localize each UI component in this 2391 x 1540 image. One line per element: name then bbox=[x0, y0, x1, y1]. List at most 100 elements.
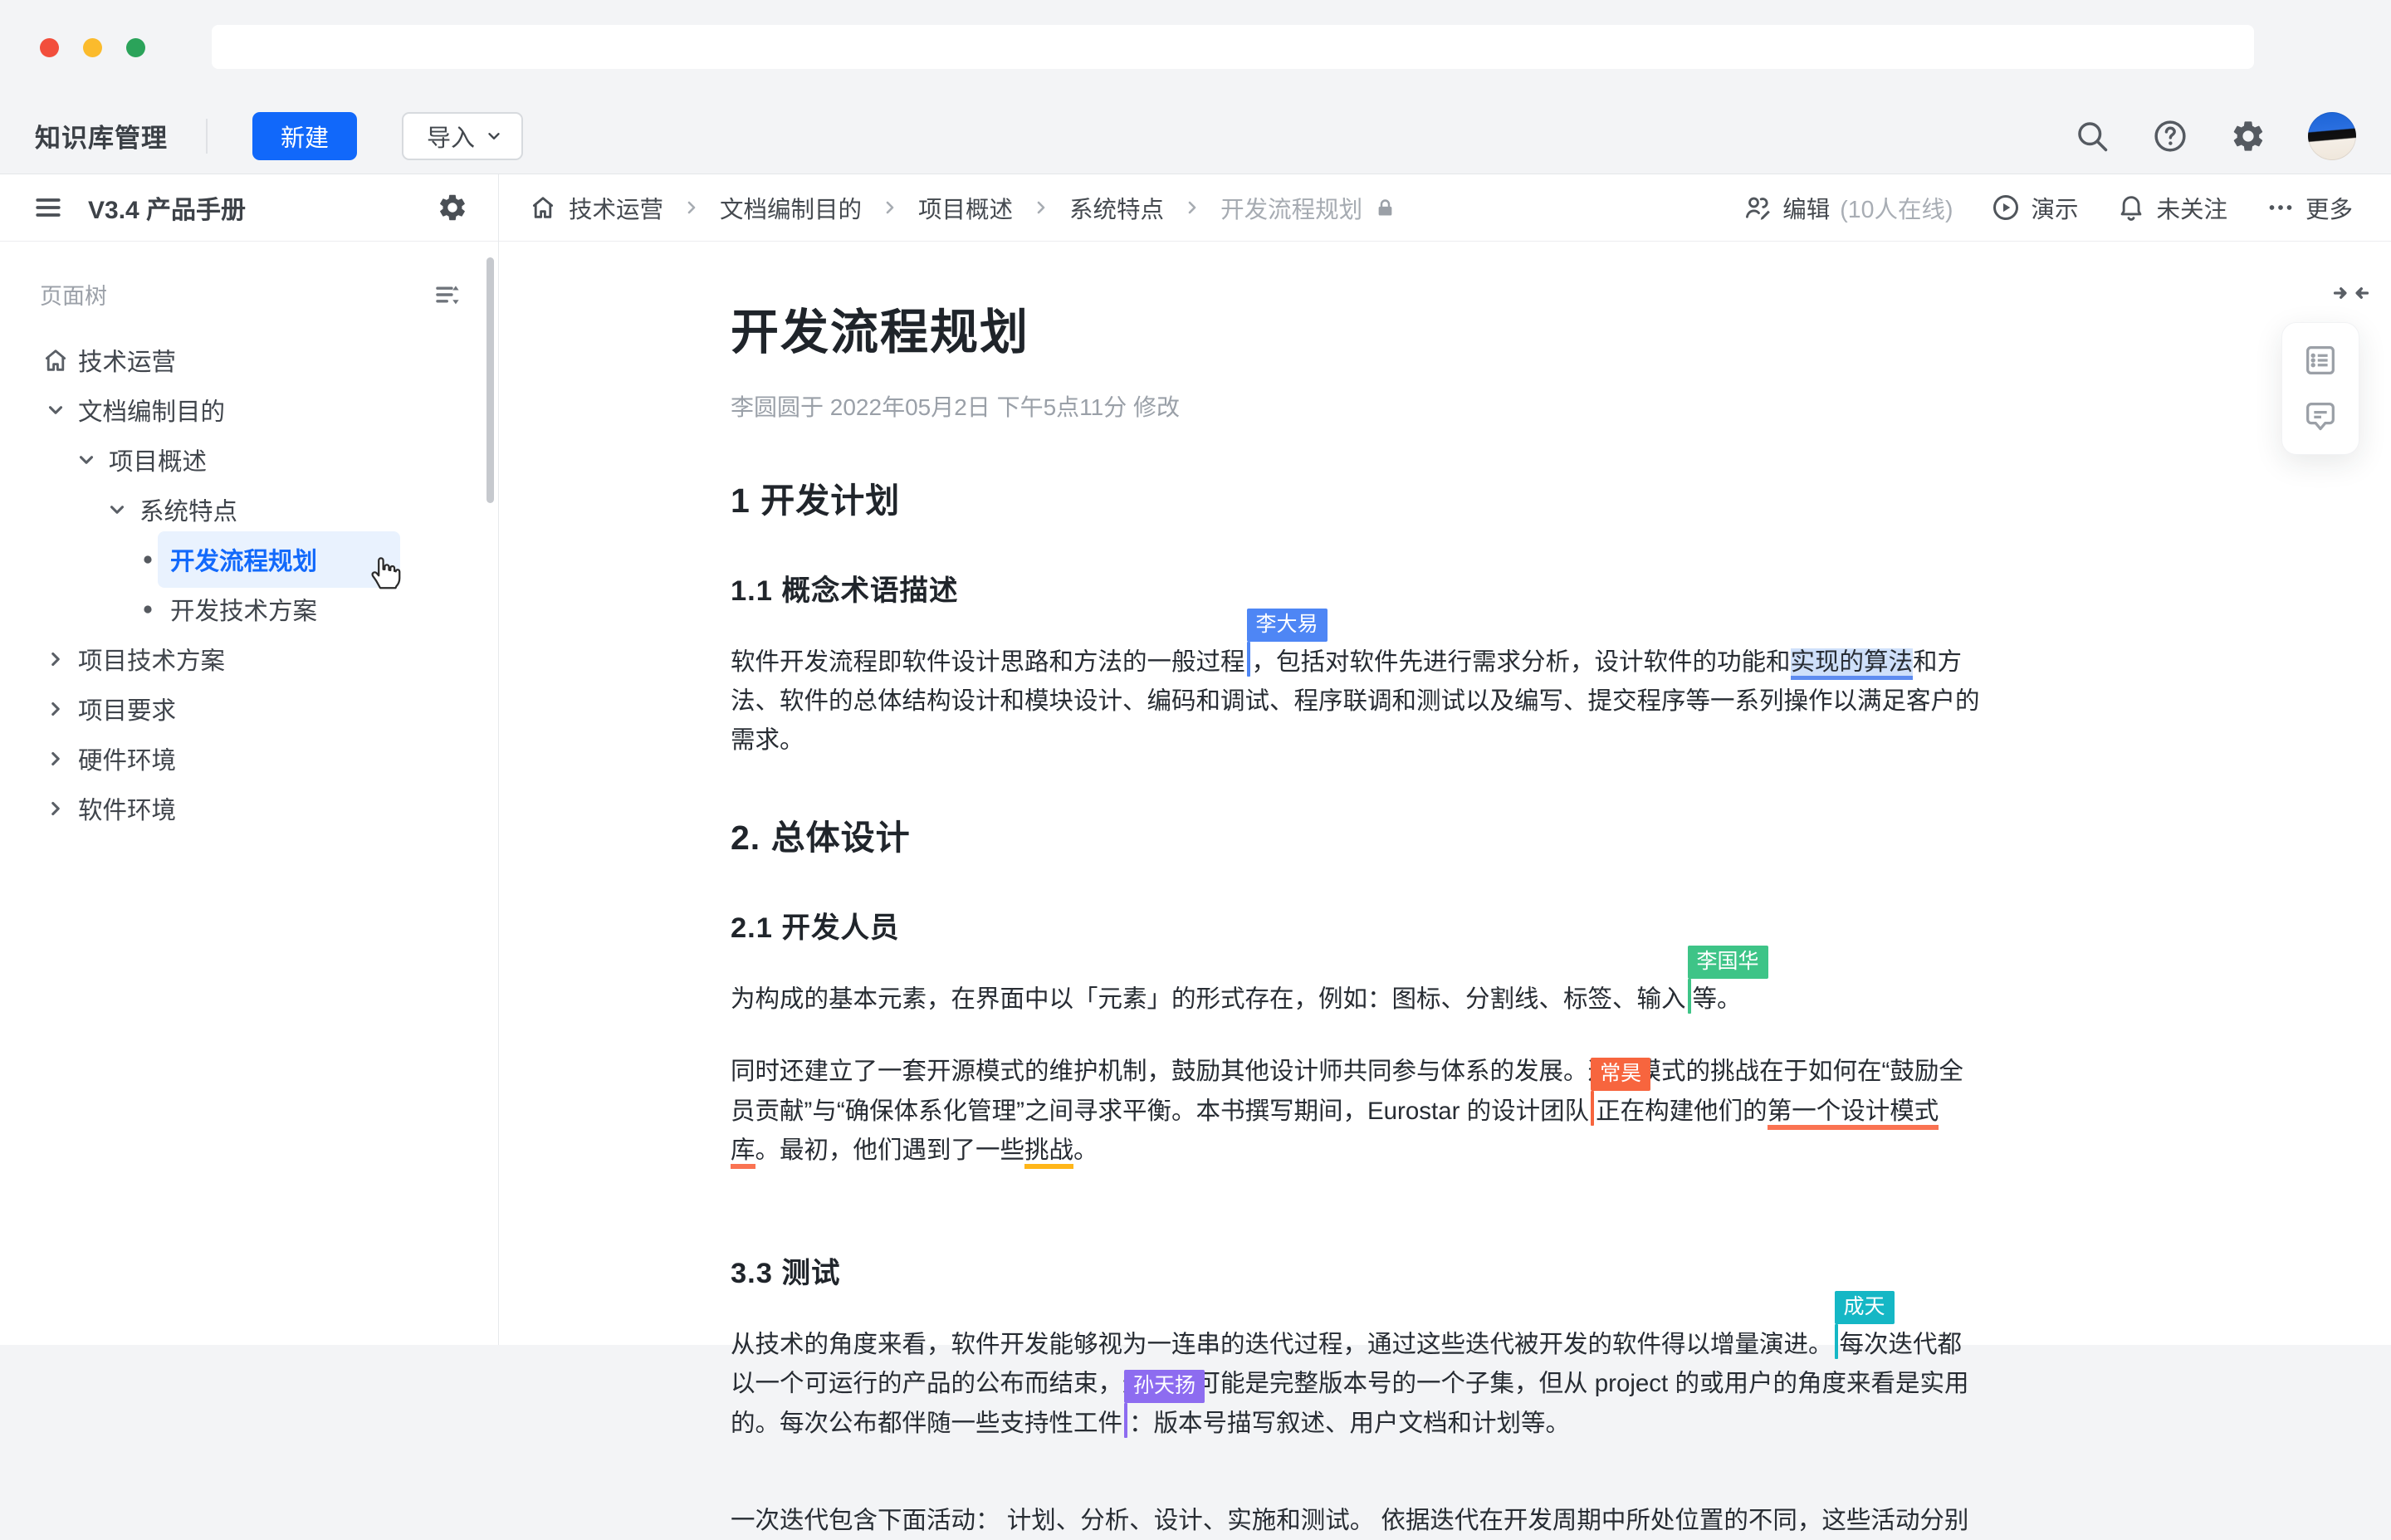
new-button[interactable]: 新建 bbox=[252, 112, 357, 160]
sidebar-item[interactable]: 项目要求 bbox=[0, 684, 498, 734]
sidebar-item[interactable]: 项目技术方案 bbox=[0, 634, 498, 684]
doc-text-line: 同时还建立了一套开源模式的维护机制，鼓励其他设计师共同参与体系的发展。这个模式的… bbox=[731, 1052, 2026, 1091]
doc-paragraph: 为构成的基本元素，在界面中以「元素」的形式存在，例如：图标、分割线、标签、输入李… bbox=[731, 979, 2026, 1019]
space-settings-icon[interactable] bbox=[437, 192, 468, 223]
follow-action[interactable]: 未关注 bbox=[2116, 191, 2227, 225]
doc-paragraph: 从技术的角度来看，软件开发能够视为一连串的迭代过程，通过这些迭代被开发的软件得以… bbox=[731, 1324, 2026, 1443]
doc-text: 。 bbox=[1073, 1137, 1098, 1164]
breadcrumb-item[interactable]: 项目概述 bbox=[918, 191, 1013, 225]
close-window-button[interactable] bbox=[40, 38, 59, 57]
outline-icon[interactable] bbox=[2301, 341, 2340, 379]
doc-paragraph: 一次迭代包含下面活动： 计划、分析、设计、实施和测试。 依据迭代在开发周期中所处… bbox=[731, 1501, 2026, 1540]
sidebar-item[interactable]: 系统特点 bbox=[0, 485, 498, 535]
sidebar-item[interactable]: 文档编制目的 bbox=[0, 385, 498, 435]
sidebar-item[interactable]: 硬件环境 bbox=[0, 734, 498, 784]
sidebar-item[interactable]: 开发技术方案 bbox=[0, 584, 498, 634]
marked-text: 挑战 bbox=[1024, 1137, 1073, 1169]
sidebar-item[interactable]: 技术运营 bbox=[0, 335, 498, 385]
collab-caret: 李大易 bbox=[1247, 642, 1250, 677]
chevron-down-icon bbox=[69, 449, 104, 471]
chevron-right-icon bbox=[38, 798, 73, 819]
doc-text: 等。 bbox=[1693, 985, 1742, 1013]
help-icon[interactable] bbox=[2152, 118, 2188, 154]
sidebar-item[interactable]: 开发流程规划 bbox=[0, 535, 498, 584]
content-header: 技术运营 文档编制目的 项目概述 系统特点 开发流程规划 编辑 (10人在线) 演示 未… bbox=[499, 174, 2391, 242]
more-dots-icon bbox=[2266, 193, 2296, 222]
bullet-icon bbox=[130, 599, 165, 619]
space-title: V3.4 产品手册 bbox=[88, 189, 246, 226]
breadcrumb-item[interactable]: 系统特点 bbox=[1069, 191, 1164, 225]
chevron-down-icon bbox=[100, 499, 134, 521]
collaborators-icon bbox=[1743, 193, 1772, 222]
sidebar-item-label: 开发流程规划 bbox=[158, 531, 400, 588]
doc-text-line: 为构成的基本元素，在界面中以「元素」的形式存在，例如：图标、分割线、标签、输入李… bbox=[731, 979, 2026, 1019]
sidebar-item-label: 项目要求 bbox=[78, 692, 176, 726]
doc-text-line: 的。每次公布都伴随一些支持性工件孙天扬：版本号描写叙述、用户文档和计划等。 bbox=[731, 1403, 2026, 1443]
sidebar-item-label: 文档编制目的 bbox=[78, 393, 225, 428]
tree-sort-icon[interactable] bbox=[433, 281, 462, 309]
home-icon bbox=[38, 346, 73, 374]
doc-text-line: 以一个可运行的产品的公布而结束，这产品可能是完整版本号的一个子集，但从 proj… bbox=[731, 1364, 2026, 1403]
edit-action[interactable]: 编辑 (10人在线) bbox=[1743, 191, 1953, 225]
home-icon[interactable] bbox=[529, 193, 557, 222]
chevron-down-icon bbox=[485, 127, 503, 145]
minimize-window-button[interactable] bbox=[83, 38, 102, 57]
browser-chrome: 知识库管理 新建 导入 bbox=[0, 0, 2391, 174]
present-action[interactable]: 演示 bbox=[1991, 191, 2078, 225]
more-action[interactable]: 更多 bbox=[2266, 191, 2353, 225]
doc-body[interactable]: 1 开发计划1.1 概念术语描述软件开发流程即软件设计思路和方法的一般过程李大易… bbox=[731, 472, 2026, 1540]
collapse-arrows-icon[interactable] bbox=[2333, 279, 2369, 307]
doc-text: ，包括对软件先进行需求分析，设计软件的功能和 bbox=[1252, 648, 1791, 676]
chevron-right-icon bbox=[1031, 198, 1051, 218]
search-icon[interactable] bbox=[2074, 118, 2110, 154]
page-tree-label: 页面树 bbox=[40, 278, 107, 310]
collab-caret: 成天 bbox=[1835, 1324, 1838, 1359]
main-area: V3.4 产品手册 页面树 技术运营文档编制目的项目概述系统特点开发流程规划开发… bbox=[0, 174, 2391, 1345]
sidebar-item-label: 软件环境 bbox=[78, 791, 176, 826]
doc-text: 以一个可运行的产品的公布而结束， bbox=[731, 1370, 1122, 1397]
sidebar-item-label: 开发技术方案 bbox=[170, 592, 317, 627]
breadcrumb-item: 开发流程规划 bbox=[1220, 191, 1362, 225]
doc-text: 同时还建立了一套开源模式的维护机制，鼓励其他设计师共同参与体系的发展。这个模式的… bbox=[731, 1058, 1963, 1085]
breadcrumb: 技术运营 文档编制目的 项目概述 系统特点 开发流程规划 bbox=[529, 191, 1396, 225]
document: 开发流程规划 李圆圆于 2022年05月2日 下午5点11分 修改 1 开发计划… bbox=[731, 293, 2026, 1540]
divider bbox=[206, 119, 208, 154]
hamburger-menu-icon[interactable] bbox=[33, 193, 63, 222]
chevron-right-icon bbox=[38, 748, 73, 770]
import-button[interactable]: 导入 bbox=[402, 112, 523, 160]
doc-text: 需求。 bbox=[731, 726, 804, 754]
browser-address-bar[interactable] bbox=[212, 25, 2254, 69]
chevron-right-icon bbox=[682, 198, 702, 218]
collab-cursor-label: 孙天扬 bbox=[1124, 1370, 1205, 1403]
sidebar-scrollbar[interactable] bbox=[487, 257, 494, 503]
breadcrumb-item[interactable]: 文档编制目的 bbox=[720, 191, 862, 225]
marked-text: 实现的算法 bbox=[1791, 648, 1914, 680]
sidebar-item-label: 硬件环境 bbox=[78, 741, 176, 776]
doc-text: ：版本号描写叙述、用户文档和计划等。 bbox=[1129, 1410, 1570, 1437]
sidebar-item[interactable]: 软件环境 bbox=[0, 784, 498, 834]
bell-icon bbox=[2116, 193, 2146, 222]
collab-cursor-label: 李大易 bbox=[1247, 609, 1328, 642]
doc-text: 的。每次公布都伴随一些支持性工件 bbox=[731, 1410, 1122, 1437]
doc-text: 正在构建他们的 bbox=[1596, 1098, 1768, 1125]
settings-gear-icon[interactable] bbox=[2230, 118, 2266, 154]
doc-text: 和方 bbox=[1913, 648, 1962, 676]
sidebar-item[interactable]: 项目概述 bbox=[0, 435, 498, 485]
sidebar-header: V3.4 产品手册 bbox=[0, 174, 498, 242]
edit-label: 编辑 bbox=[1782, 191, 1830, 225]
doc-text-line: 法、软件的总体结构设计和模块设计、编码和调试、程序联调和测试以及编写、提交程序等… bbox=[731, 682, 2026, 721]
comment-icon[interactable] bbox=[2301, 398, 2340, 436]
breadcrumb-item[interactable]: 技术运营 bbox=[569, 191, 663, 225]
collab-caret: 李国华 bbox=[1688, 979, 1691, 1014]
zoom-window-button[interactable] bbox=[126, 38, 145, 57]
marked-text: 库 bbox=[731, 1137, 755, 1169]
more-label: 更多 bbox=[2305, 191, 2353, 225]
collab-cursor-label: 常昊 bbox=[1591, 1058, 1650, 1091]
sidebar-item-label: 系统特点 bbox=[139, 492, 237, 527]
doc-text: 为构成的基本元素，在界面中以「元素」的形式存在，例如：图标、分割线、标签、输入 bbox=[731, 985, 1686, 1013]
user-avatar[interactable] bbox=[2308, 112, 2356, 160]
doc-paragraph: 软件开发流程即软件设计思路和方法的一般过程李大易，包括对软件先进行需求分析，设计… bbox=[731, 642, 2026, 760]
doc-byline: 李圆圆于 2022年05月2日 下午5点11分 修改 bbox=[731, 389, 2026, 423]
collab-caret: 常昊 bbox=[1591, 1091, 1594, 1126]
doc-heading: 1.1 概念术语描述 bbox=[731, 567, 2026, 609]
